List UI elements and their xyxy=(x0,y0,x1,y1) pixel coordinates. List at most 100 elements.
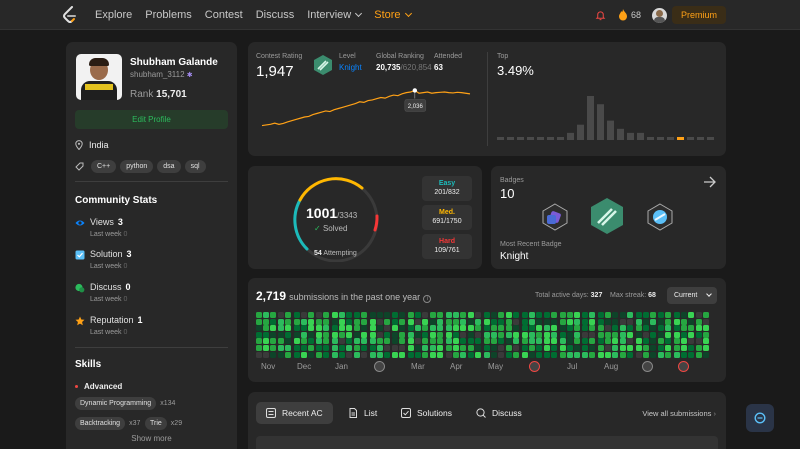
heatmap-cell[interactable] xyxy=(339,351,346,358)
heatmap-cell[interactable] xyxy=(256,345,262,351)
heatmap-cell[interactable] xyxy=(605,318,612,325)
tab-list[interactable]: List xyxy=(338,402,387,424)
heatmap-cell[interactable] xyxy=(360,351,367,358)
heatmap-cell[interactable] xyxy=(284,351,291,358)
heatmap-cell[interactable] xyxy=(415,345,422,351)
heatmap-cell[interactable] xyxy=(339,318,346,325)
heatmap-cell[interactable] xyxy=(384,312,391,318)
heatmap-cell[interactable] xyxy=(308,318,315,325)
heatmap-cell[interactable] xyxy=(301,345,308,351)
heatmap-cell[interactable] xyxy=(277,331,284,338)
heatmap-cell[interactable] xyxy=(491,325,498,332)
heatmap-cell[interactable] xyxy=(429,338,436,345)
badge-icon[interactable] xyxy=(646,203,674,231)
heatmap-cell[interactable] xyxy=(657,331,664,338)
heatmap-cell[interactable] xyxy=(543,351,550,358)
heatmap-cell[interactable] xyxy=(332,351,338,358)
heatmap-cell[interactable] xyxy=(360,338,367,345)
heatmap-cell[interactable] xyxy=(598,338,604,345)
heatmap-cell[interactable] xyxy=(636,345,642,351)
heatmap-cell[interactable] xyxy=(522,338,528,345)
heatmap-cell[interactable] xyxy=(505,318,512,325)
heatmap-cell[interactable] xyxy=(567,331,574,338)
heatmap-cell[interactable] xyxy=(398,331,405,338)
heatmap-cell[interactable] xyxy=(491,351,498,358)
heatmap-cell[interactable] xyxy=(688,331,695,338)
heatmap-cell[interactable] xyxy=(270,325,277,332)
heatmap-cell[interactable] xyxy=(377,312,384,318)
heatmap-cell[interactable] xyxy=(674,312,680,318)
heatmap-cell[interactable] xyxy=(384,351,391,358)
heatmap-cell[interactable] xyxy=(550,331,557,338)
heatmap-cell[interactable] xyxy=(522,318,528,325)
heatmap-cell[interactable] xyxy=(522,331,528,338)
heatmap-cell[interactable] xyxy=(643,345,650,351)
heatmap-cell[interactable] xyxy=(598,318,604,325)
heatmap-cell[interactable] xyxy=(256,351,262,358)
heatmap-cell[interactable] xyxy=(619,331,626,338)
heatmap-cell[interactable] xyxy=(626,325,633,332)
heatmap-cell[interactable] xyxy=(436,325,443,332)
heatmap-cell[interactable] xyxy=(512,312,519,318)
heatmap-cell[interactable] xyxy=(505,338,512,345)
heatmap-cell[interactable] xyxy=(560,318,566,325)
heatmap-cell[interactable] xyxy=(695,318,702,325)
heatmap-cell[interactable] xyxy=(550,318,557,325)
heatmap-cell[interactable] xyxy=(370,351,376,358)
heatmap-cell[interactable] xyxy=(598,331,604,338)
heatmap-cell[interactable] xyxy=(263,318,270,325)
heatmap-cell[interactable] xyxy=(294,338,300,345)
heatmap-cell[interactable] xyxy=(301,338,308,345)
heatmap-cell[interactable] xyxy=(294,325,300,332)
heatmap-cell[interactable] xyxy=(581,325,588,332)
heatmap-cell[interactable] xyxy=(657,325,664,332)
heatmap-cell[interactable] xyxy=(695,325,702,332)
heatmap-cell[interactable] xyxy=(626,345,633,351)
heatmap-cell[interactable] xyxy=(415,331,422,338)
heatmap-cell[interactable] xyxy=(277,345,284,351)
heatmap-cell[interactable] xyxy=(370,331,376,338)
heatmap-cell[interactable] xyxy=(529,345,536,351)
heatmap-cell[interactable] xyxy=(453,338,460,345)
heatmap-cell[interactable] xyxy=(605,312,612,318)
heatmap-cell[interactable] xyxy=(346,312,353,318)
heatmap-cell[interactable] xyxy=(339,345,346,351)
heatmap-cell[interactable] xyxy=(294,351,300,358)
heatmap-cell[interactable] xyxy=(574,331,581,338)
heatmap-cell[interactable] xyxy=(474,338,481,345)
rating-line-chart[interactable]: 2,036 xyxy=(258,84,482,144)
heatmap-cell[interactable] xyxy=(702,345,709,351)
heatmap-cell[interactable] xyxy=(505,345,512,351)
heatmap-cell[interactable] xyxy=(339,331,346,338)
heatmap-cell[interactable] xyxy=(588,318,595,325)
nav-problems[interactable]: Problems xyxy=(145,9,191,21)
heatmap-cell[interactable] xyxy=(284,345,291,351)
heatmap-cell[interactable] xyxy=(588,351,595,358)
heatmap-cell[interactable] xyxy=(695,351,702,358)
heatmap-cell[interactable] xyxy=(688,351,695,358)
heatmap-cell[interactable] xyxy=(643,318,650,325)
heatmap-cell[interactable] xyxy=(270,338,277,345)
heatmap-cell[interactable] xyxy=(322,318,329,325)
heatmap-cell[interactable] xyxy=(453,325,460,332)
heatmap-cell[interactable] xyxy=(650,331,657,338)
heatmap-cell[interactable] xyxy=(315,351,322,358)
heatmap-cell[interactable] xyxy=(550,325,557,332)
heatmap-cell[interactable] xyxy=(574,312,581,318)
heatmap-cell[interactable] xyxy=(301,325,308,332)
heatmap-cell[interactable] xyxy=(498,331,505,338)
heatmap-cell[interactable] xyxy=(567,325,574,332)
heatmap-cell[interactable] xyxy=(612,318,619,325)
heatmap-cell[interactable] xyxy=(346,318,353,325)
heatmap-cell[interactable] xyxy=(650,312,657,318)
heatmap-cell[interactable] xyxy=(474,312,481,318)
heatmap-cell[interactable] xyxy=(543,318,550,325)
heatmap-cell[interactable] xyxy=(391,345,398,351)
heatmap-cell[interactable] xyxy=(567,351,574,358)
heatmap-cell[interactable] xyxy=(619,318,626,325)
heatmap-cell[interactable] xyxy=(664,338,671,345)
ranking-histogram[interactable] xyxy=(497,92,719,147)
heatmap-cell[interactable] xyxy=(353,351,360,358)
heatmap-cell[interactable] xyxy=(543,325,550,332)
heatmap-cell[interactable] xyxy=(415,312,422,318)
